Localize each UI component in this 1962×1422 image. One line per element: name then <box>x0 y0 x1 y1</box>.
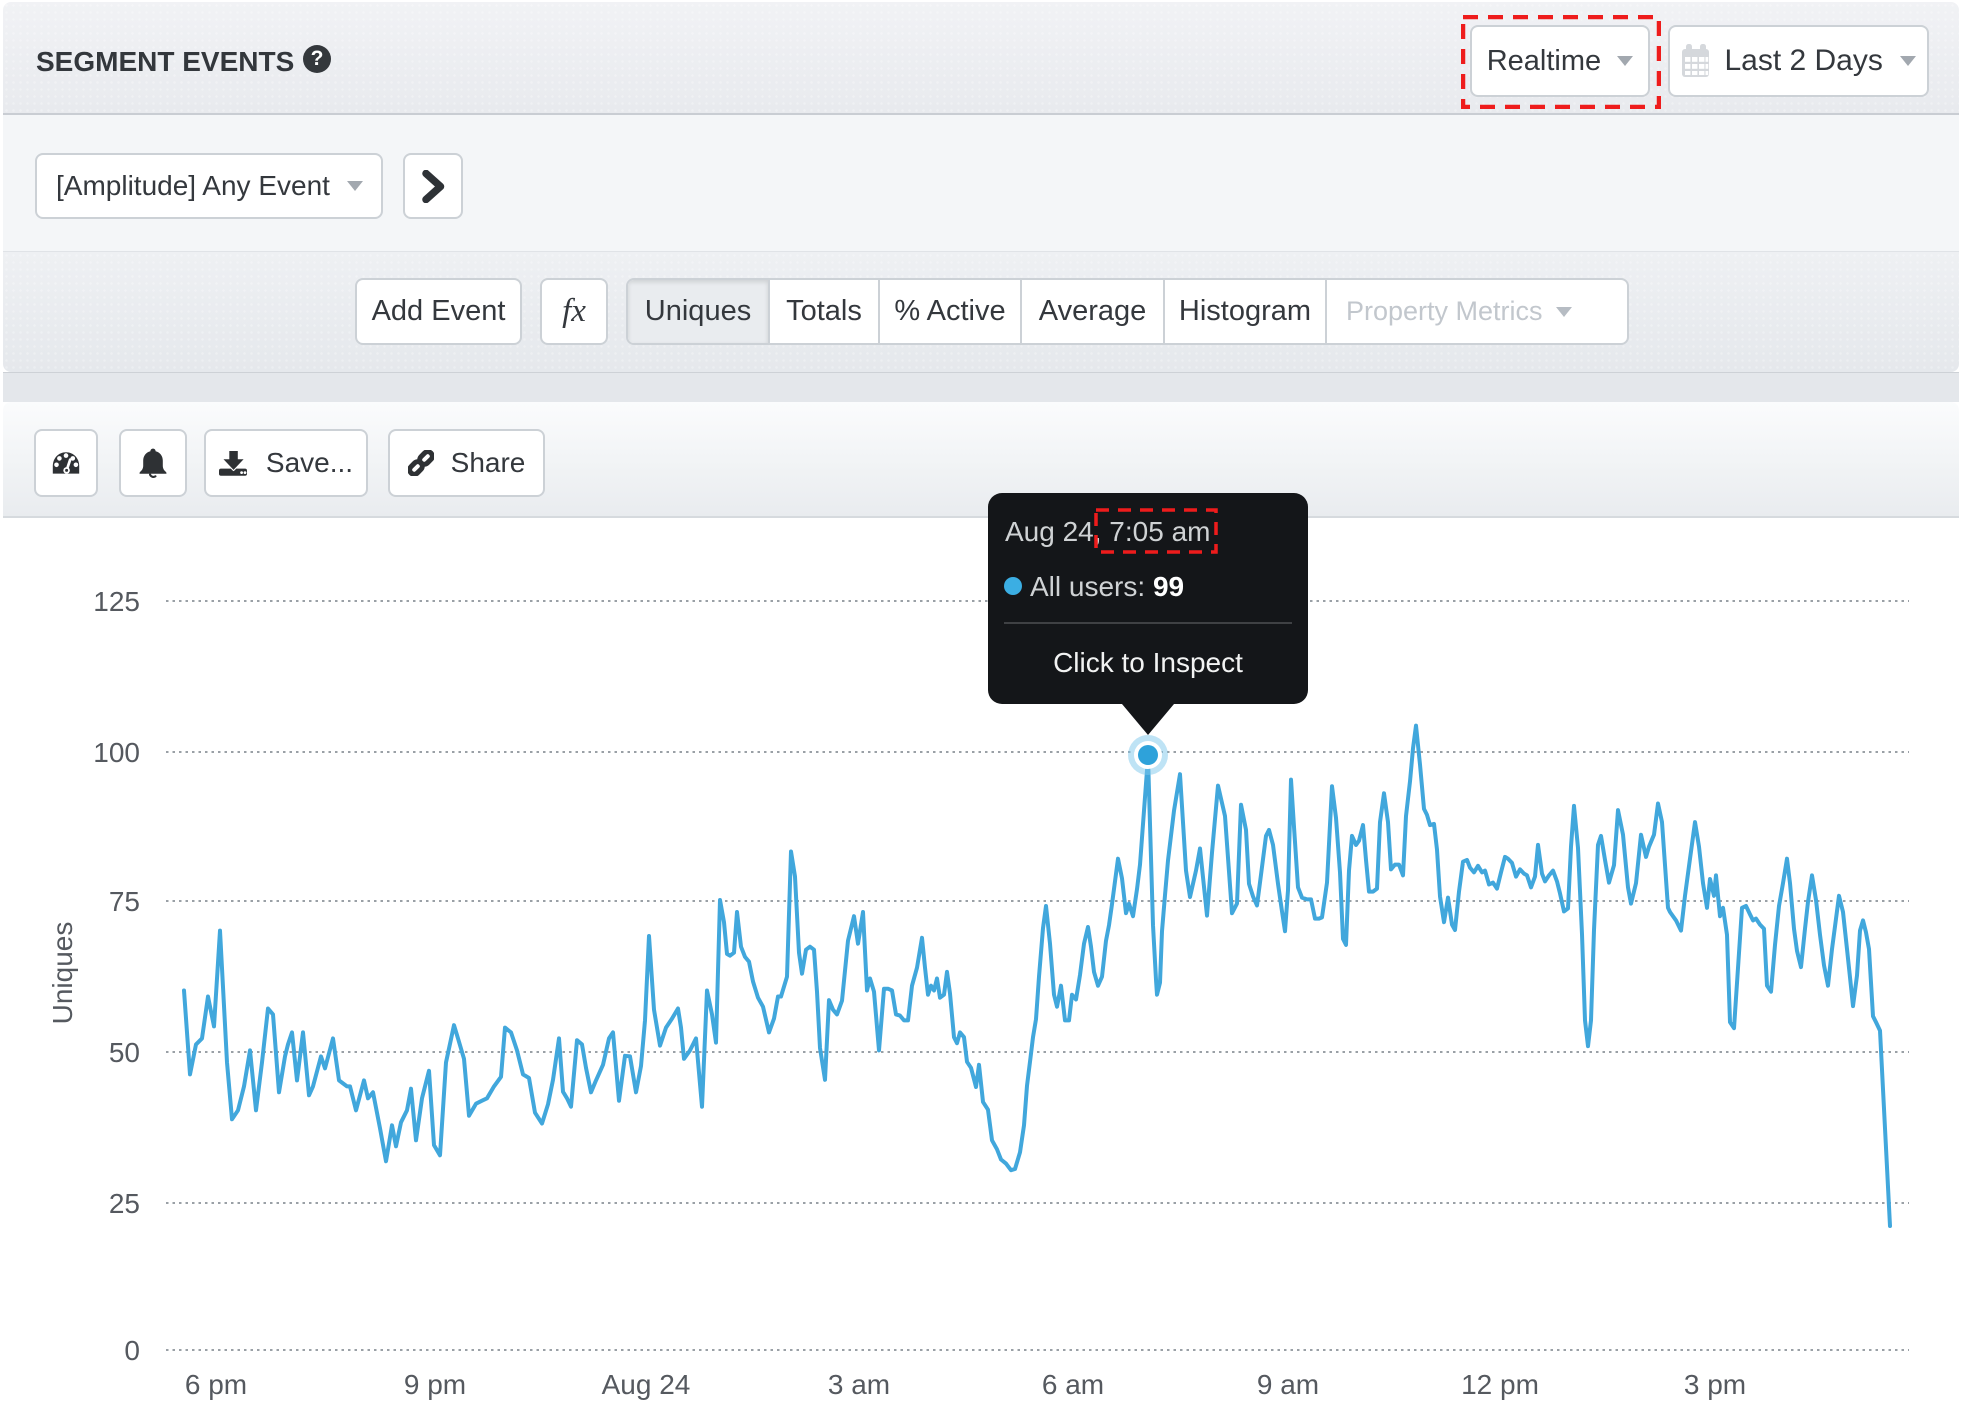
svg-text:0: 0 <box>124 1335 140 1366</box>
svg-text:3 am: 3 am <box>828 1369 890 1400</box>
svg-text:25: 25 <box>109 1188 140 1219</box>
svg-text:100: 100 <box>93 737 140 768</box>
svg-text:50: 50 <box>109 1037 140 1068</box>
svg-text:9 am: 9 am <box>1257 1369 1319 1400</box>
svg-text:125: 125 <box>93 586 140 617</box>
svg-text:6 am: 6 am <box>1042 1369 1104 1400</box>
svg-text:9 pm: 9 pm <box>404 1369 466 1400</box>
svg-text:6 pm: 6 pm <box>185 1369 247 1400</box>
svg-text:Uniques: Uniques <box>47 922 78 1025</box>
svg-text:12 pm: 12 pm <box>1461 1369 1539 1400</box>
svg-text:Aug 24: Aug 24 <box>602 1369 691 1400</box>
svg-text:75: 75 <box>109 886 140 917</box>
svg-text:3 pm: 3 pm <box>1684 1369 1746 1400</box>
